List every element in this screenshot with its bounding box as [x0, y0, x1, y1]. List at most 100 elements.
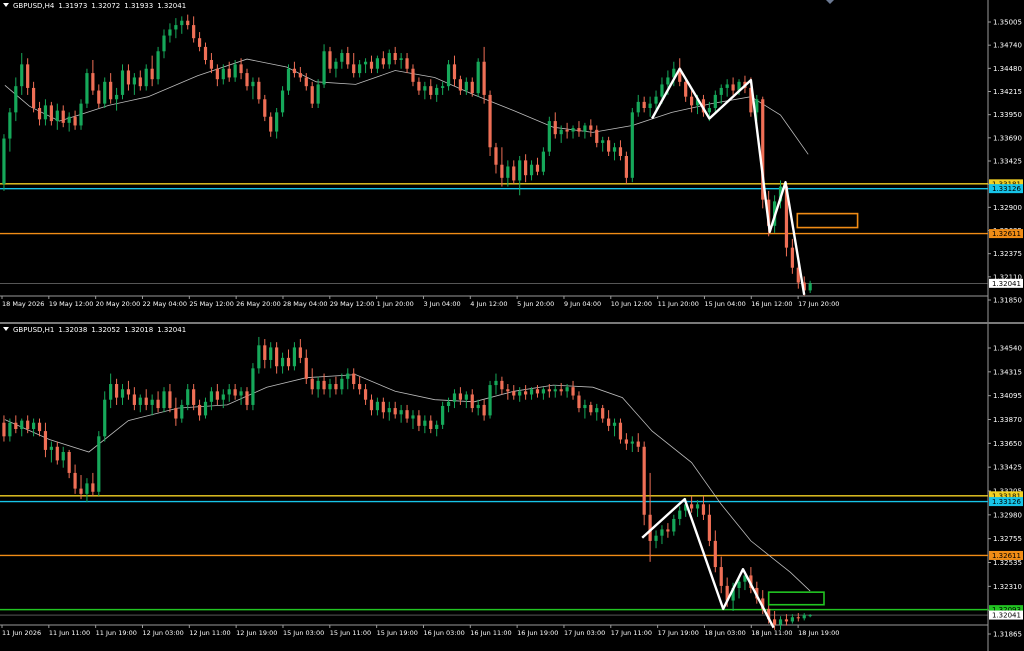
time-tick-label: 12 Jun 19:00 — [236, 629, 277, 637]
candle — [55, 103, 59, 130]
candle — [630, 436, 634, 453]
price-chart-h1[interactable]: 1.34540 1.34315 1.34095 1.33870 1.33650 1.334… — [0, 324, 1024, 651]
candle — [192, 16, 196, 43]
candle — [55, 441, 59, 465]
candle — [114, 87, 119, 111]
candle-body — [8, 112, 12, 139]
candle-body — [14, 86, 18, 113]
zigzag-line[interactable] — [651, 67, 806, 295]
chart-shift-icon[interactable] — [826, 0, 834, 4]
candle-body — [399, 410, 403, 415]
candle-body — [233, 389, 237, 396]
candle — [482, 46, 486, 104]
candle — [577, 391, 581, 413]
candle — [458, 75, 463, 95]
symbol-timeframe: GBPUSD,H1 — [13, 326, 55, 334]
candle-body — [524, 160, 528, 176]
time-tick-label: 16 Jun 19:00 — [517, 629, 558, 637]
candle — [304, 73, 308, 91]
candle — [506, 384, 510, 400]
candle — [37, 418, 42, 437]
candle — [245, 68, 249, 91]
candle-body — [97, 90, 101, 104]
candle-body — [731, 84, 735, 91]
chart-header-h1: GBPUSD,H1 1.32038 1.32052 1.32018 1.32041 — [3, 326, 190, 334]
dropdown-triangle-icon[interactable] — [3, 327, 9, 331]
candle-body — [174, 408, 178, 419]
candle — [138, 70, 142, 91]
candle — [49, 441, 53, 463]
candle — [61, 105, 65, 128]
candle — [790, 238, 794, 274]
candle-body — [275, 347, 279, 367]
candle-body — [316, 84, 320, 104]
candle — [346, 46, 350, 69]
time-tick-label: 17 Jun 20:00 — [798, 300, 839, 308]
price-tick-label: 1.34540 — [993, 345, 1022, 353]
candle-body — [630, 112, 634, 178]
candle-body — [203, 401, 208, 416]
candle-body — [209, 60, 214, 69]
candle-body — [577, 128, 581, 132]
candle-body — [245, 73, 249, 87]
dropdown-triangle-icon[interactable] — [3, 3, 9, 7]
candle-body — [375, 401, 380, 411]
candle — [286, 349, 291, 371]
candle-body — [168, 391, 172, 409]
candle-body — [269, 116, 273, 132]
candle-body — [464, 394, 468, 400]
candle-body — [690, 96, 694, 106]
chart-pane-h4[interactable]: 1.35005 1.34740 1.34480 1.34215 1.33950 1.336… — [0, 0, 1024, 322]
candle-body — [387, 408, 391, 413]
candle-body — [49, 105, 53, 122]
target-rectangle[interactable] — [767, 591, 825, 606]
candle-body — [144, 68, 148, 87]
candle — [144, 64, 148, 91]
candle-body — [263, 345, 267, 360]
candle — [20, 418, 24, 437]
candle-body — [120, 70, 125, 95]
candle — [488, 90, 492, 156]
candle — [298, 66, 302, 82]
chart-pane-h1[interactable]: 1.34540 1.34315 1.34095 1.33870 1.33650 1.334… — [0, 324, 1024, 651]
candle — [174, 18, 178, 39]
candle — [91, 60, 95, 95]
candle-body — [435, 424, 439, 429]
candle-body — [340, 378, 344, 390]
ohlc-high: 1.32052 — [91, 326, 121, 334]
candle-body — [263, 99, 267, 117]
candle — [186, 384, 190, 411]
candle-body — [26, 64, 30, 88]
candle — [435, 84, 439, 102]
candle — [500, 147, 504, 187]
candle-body — [79, 488, 83, 494]
candle — [334, 376, 338, 395]
candle-body — [138, 397, 142, 405]
candle-body — [132, 394, 136, 405]
candle-body — [369, 61, 374, 69]
time-tick-label: 17 Jun 19:00 — [658, 629, 699, 637]
candle-body — [464, 81, 468, 91]
candle — [482, 399, 486, 421]
candle-body — [690, 504, 694, 509]
candle-body — [589, 404, 593, 413]
candle — [725, 79, 729, 97]
candle — [280, 352, 285, 374]
candle-body — [203, 46, 208, 60]
candle — [690, 495, 694, 513]
time-tick-label: 18 Jun 03:00 — [704, 629, 745, 637]
candle-body — [358, 384, 362, 390]
candle — [156, 46, 160, 85]
price-chart-h4[interactable]: 1.35005 1.34740 1.34480 1.34215 1.33950 1.336… — [0, 0, 1024, 322]
candle-body — [346, 53, 350, 65]
candle-body — [363, 389, 368, 400]
candle — [446, 397, 451, 413]
ohlc-low: 1.32018 — [124, 326, 154, 334]
candle-body — [618, 422, 623, 440]
candle-body — [61, 452, 65, 461]
candle — [363, 384, 368, 405]
candle — [417, 77, 421, 95]
target-rectangle[interactable] — [796, 212, 859, 229]
time-tick-label: 11 Jun 20:00 — [658, 300, 699, 308]
candle — [618, 418, 623, 444]
